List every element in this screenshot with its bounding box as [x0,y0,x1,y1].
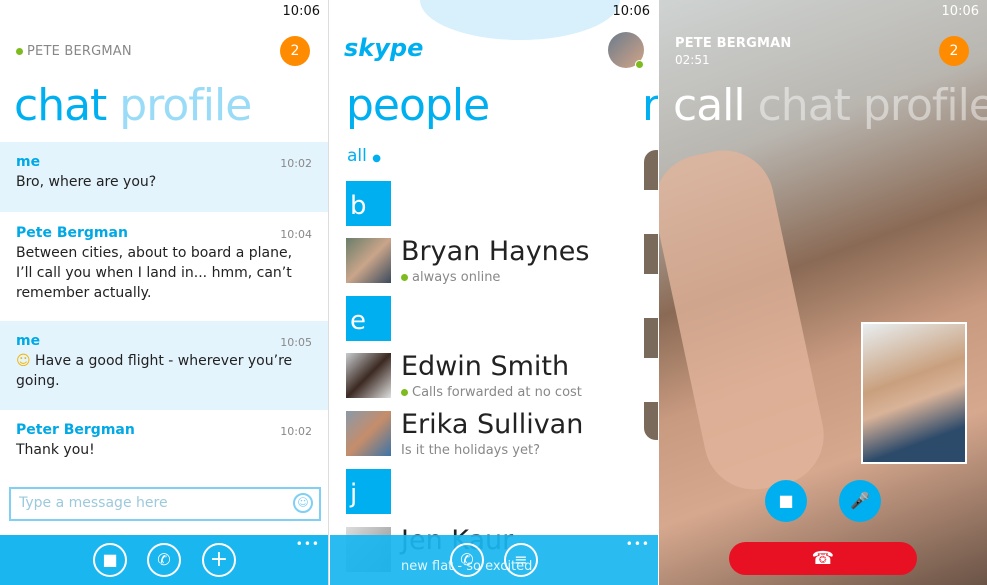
message: me 10:02 Bro, where are you? [0,142,328,212]
message-input-placeholder: Type a message here [19,495,168,511]
contact-name[interactable]: Edwin Smith [401,351,569,382]
more-button[interactable]: ••• [626,537,650,551]
contact-status-text: Calls forwarded at no cost [412,385,582,400]
contact-name[interactable]: Bryan Haynes [401,236,589,267]
video-feed-hand [659,141,834,499]
notification-badge[interactable]: 2 [280,36,310,66]
group-tile-b[interactable]: b [346,181,391,226]
message-text: Thank you! [16,442,95,458]
message-time: 10:04 [280,228,312,241]
message-text: Have a good flight - wherever you’re goi… [16,353,293,389]
status-time: 10:06 [612,4,650,19]
app-bar: ■ ✆ + ••• [0,535,328,585]
toggle-video-button[interactable]: ■ [765,480,807,522]
self-video-preview[interactable] [861,322,967,464]
contact-name: PETE BERGMAN [675,36,792,51]
page-title: people r [346,80,658,131]
message-sender: me [16,333,41,349]
message-sender: Peter Bergman [16,422,135,438]
video-camera-icon: ■ [778,491,794,510]
status-time: 10:06 [282,4,320,19]
title-people: people [346,80,490,131]
avatar [346,238,391,283]
online-dot [16,48,23,55]
avatar [346,411,391,456]
message-text: Bro, where are you? [16,174,157,190]
microphone-icon: 🎤 [850,491,870,510]
message-time: 10:02 [280,157,312,170]
message-time: 10:05 [280,336,312,349]
status-time: 10:06 [941,4,979,19]
presence-dot [635,60,644,69]
contact-name[interactable]: Erika Sullivan [401,409,583,440]
tab-chat[interactable]: chat [14,80,107,131]
group-tile-e[interactable]: e [346,296,391,341]
contact-status: new flat - so excited [401,559,533,574]
skype-logo: skype [344,34,424,62]
video-icon: ■ [102,550,118,569]
tab-call[interactable]: call [673,80,746,131]
smile-emoticon-icon: ☺ [16,353,36,369]
call-screen: 10:06 PETE BERGMAN 02:51 2 call chat pro… [659,0,987,585]
contact-status: Calls forwarded at no cost [401,385,582,400]
add-button[interactable]: + [202,543,236,577]
message: Peter Bergman 10:02 Thank you! [0,410,328,480]
message-time: 10:02 [280,425,312,438]
pivot-header: call chat profile [673,80,987,131]
avatar [346,353,391,398]
more-button[interactable]: ••• [296,537,320,551]
message-sender: Pete Bergman [16,225,128,241]
group-tile-j[interactable]: j [346,469,391,514]
phone-icon: ✆ [157,550,171,569]
contact-name-text: PETE BERGMAN [27,44,132,59]
message-input[interactable]: Type a message here ☺ [9,487,321,521]
message: me 10:05 ☺ Have a good flight - wherever… [0,321,328,410]
people-screen: 10:06 skype people r all ● b Bryan Haynes… [330,0,658,585]
end-call-button[interactable]: ☎ [729,542,917,575]
message: Pete Bergman 10:04 Between cities, about… [0,213,328,320]
online-dot [401,274,408,281]
next-pivot-avatars [644,150,658,440]
next-pivot-peek[interactable]: r [642,80,658,131]
notification-badge[interactable]: 2 [939,36,969,66]
toggle-mute-button[interactable]: 🎤 [839,480,881,522]
tab-profile[interactable]: profile [119,80,252,131]
filter-label: all [347,146,367,166]
voice-call-button[interactable]: ✆ [147,543,181,577]
online-dot [401,389,408,396]
hang-up-icon: ☎ [811,548,835,569]
call-duration: 02:51 [675,53,710,67]
contact-status: always online [401,270,500,285]
contact-status: Is it the holidays yet? [401,443,540,458]
chevron-right-icon: ● [372,153,382,164]
contact-name: PETE BERGMAN [16,44,132,59]
cloud-decoration [420,0,620,40]
emoticon-icon[interactable]: ☺ [293,493,313,513]
pivot-header: chat profile [14,80,252,131]
video-call-button[interactable]: ■ [93,543,127,577]
filter-all[interactable]: all ● [347,146,381,166]
tab-chat-profile[interactable]: chat profile [758,80,987,131]
message-text: Between cities, about to board a plane, … [16,245,293,301]
chat-screen: 10:06 PETE BERGMAN 2 chat profile me 10:… [0,0,329,585]
message-sender: me [16,154,41,170]
plus-icon: + [209,547,229,572]
contact-status-text: always online [412,270,501,285]
